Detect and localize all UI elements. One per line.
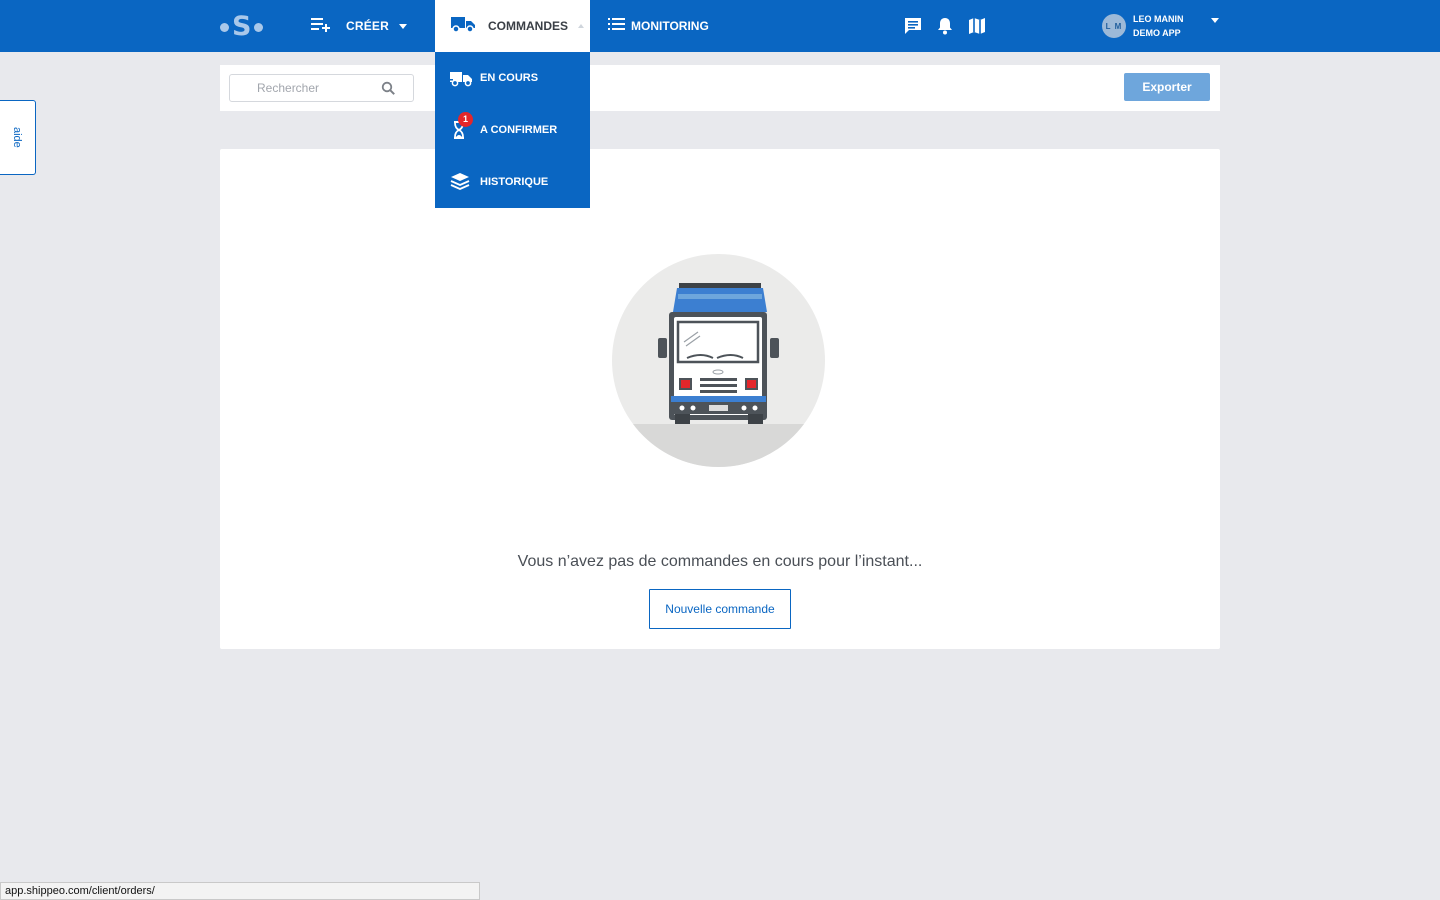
commandes-dropdown: EN COURS 1 A CONFIRMER HISTORIQUE bbox=[435, 52, 590, 208]
layers-icon bbox=[449, 172, 473, 192]
status-bar-url: app.shippeo.com/client/orders/ bbox=[0, 882, 480, 900]
top-navbar: S CRÉER COMMANDES MONITORING L M LEO MAN… bbox=[0, 0, 1440, 52]
nav-monitoring-label: MONITORING bbox=[631, 19, 709, 33]
dropdown-item-a-confirmer[interactable]: 1 A CONFIRMER bbox=[435, 104, 590, 156]
shippeo-logo[interactable]: S bbox=[220, 12, 272, 42]
avatar: L M bbox=[1102, 14, 1126, 38]
chevron-down-icon bbox=[399, 23, 408, 29]
nav-commandes[interactable]: COMMANDES bbox=[435, 0, 590, 52]
search-box bbox=[229, 74, 414, 102]
nav-icon-group bbox=[903, 16, 987, 36]
chevron-up-icon bbox=[578, 24, 584, 28]
help-tab[interactable]: aide bbox=[0, 100, 36, 175]
truck-icon bbox=[450, 15, 476, 38]
help-tab-label: aide bbox=[11, 127, 23, 148]
add-list-icon bbox=[310, 15, 332, 38]
empty-state-message: Vous n’avez pas de commandes en cours po… bbox=[517, 553, 923, 570]
nav-monitoring[interactable]: MONITORING bbox=[607, 0, 709, 52]
truck-illustration bbox=[612, 254, 825, 467]
nav-creer[interactable]: CRÉER bbox=[310, 0, 408, 52]
list-icon bbox=[607, 16, 627, 37]
dropdown-item-label: A CONFIRMER bbox=[480, 124, 558, 136]
user-name: LEO MANIN bbox=[1133, 14, 1184, 24]
new-order-button[interactable]: Nouvelle commande bbox=[649, 589, 791, 629]
user-info: LEO MANIN DEMO APP bbox=[1133, 12, 1184, 40]
bell-icon[interactable] bbox=[935, 16, 955, 36]
dropdown-item-label: EN COURS bbox=[480, 72, 539, 84]
dropdown-item-label: HISTORIQUE bbox=[480, 176, 549, 188]
orders-empty-card: Vous n’avez pas de commandes en cours po… bbox=[220, 149, 1220, 649]
user-company: DEMO APP bbox=[1133, 28, 1181, 38]
notification-badge: 1 bbox=[458, 112, 473, 127]
dropdown-item-en-cours[interactable]: EN COURS bbox=[435, 52, 590, 104]
user-menu[interactable]: L M LEO MANIN DEMO APP bbox=[1102, 12, 1219, 40]
nav-creer-label: CRÉER bbox=[346, 19, 390, 33]
nav-commandes-label: COMMANDES bbox=[488, 19, 568, 33]
chat-icon[interactable] bbox=[903, 16, 923, 36]
dropdown-item-historique[interactable]: HISTORIQUE bbox=[435, 156, 590, 208]
map-icon[interactable] bbox=[967, 16, 987, 36]
search-toolbar: Exporter bbox=[220, 65, 1220, 111]
export-button[interactable]: Exporter bbox=[1124, 73, 1210, 101]
search-icon[interactable] bbox=[381, 81, 396, 96]
truck-icon bbox=[449, 68, 473, 88]
chevron-down-icon bbox=[1211, 18, 1219, 23]
search-input[interactable] bbox=[230, 75, 370, 101]
